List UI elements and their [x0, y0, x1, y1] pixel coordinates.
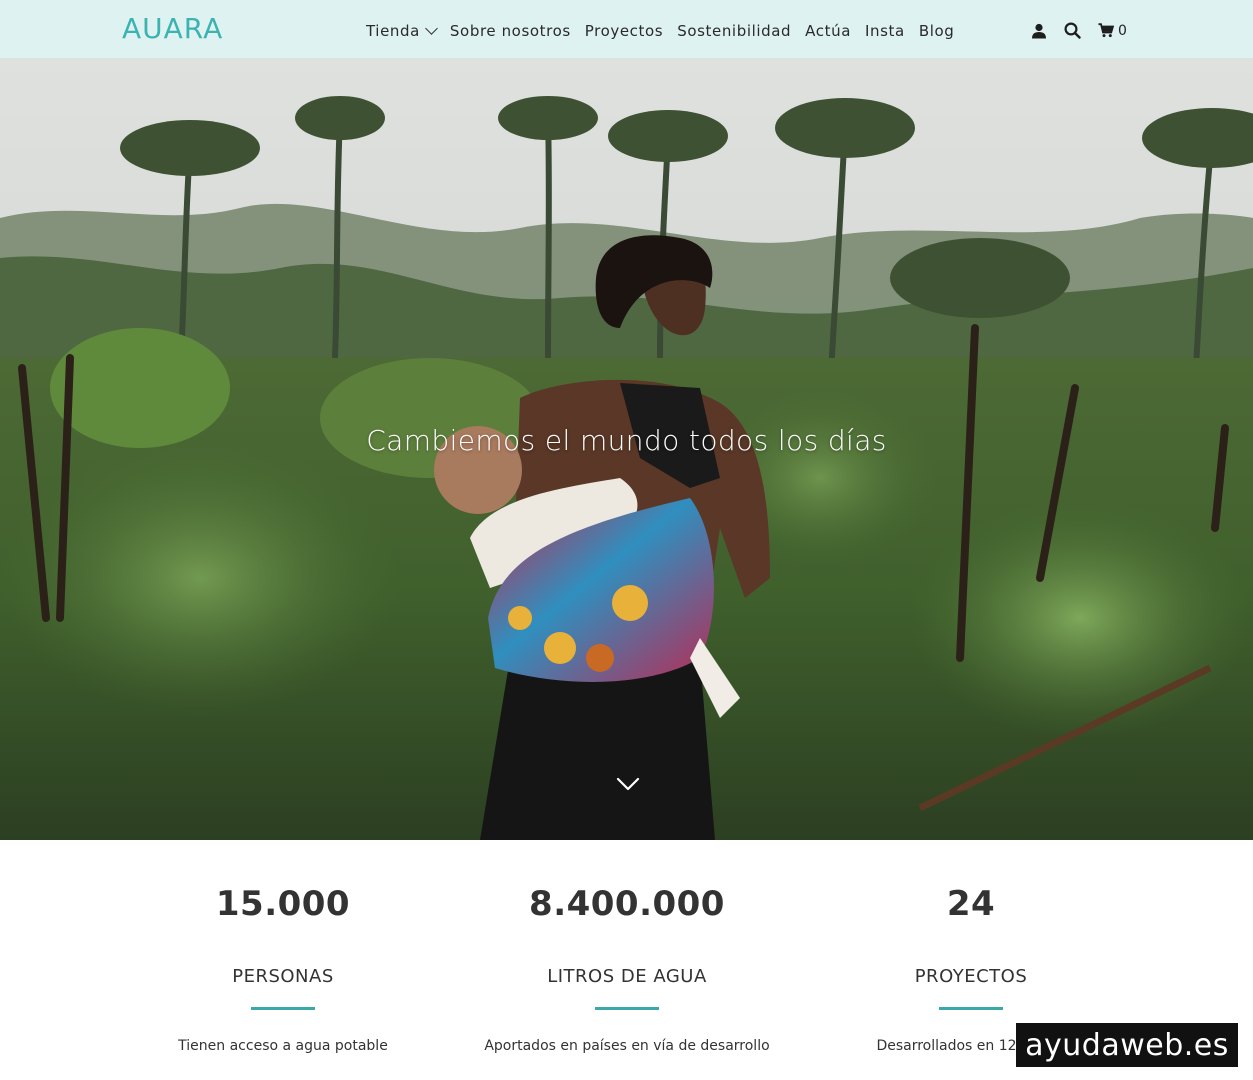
stat-divider	[251, 1007, 315, 1010]
stat-number: 24	[946, 884, 996, 924]
nav-item-label: Tienda	[366, 22, 420, 40]
nav-item-label: Actúa	[805, 22, 851, 40]
stat-label: PERSONAS	[232, 966, 334, 987]
nav-item-actua[interactable]: Actúa	[805, 22, 851, 40]
account-button[interactable]	[1031, 23, 1047, 39]
cart-count: 0	[1118, 22, 1127, 39]
stat-litros: 8.400.000 LITROS DE AGUA Aportados en pa…	[437, 840, 817, 1054]
nav-item-tienda[interactable]: Tienda	[366, 22, 438, 40]
header-icons: 0	[1031, 22, 1144, 39]
stat-personas: 15.000 PERSONAS Tienen acceso a agua pot…	[93, 840, 473, 1054]
stat-number: 15.000	[215, 884, 351, 924]
search-icon	[1064, 22, 1081, 39]
nav-item-label: Sobre nosotros	[449, 22, 571, 40]
stat-description: Tienen acceso a agua potable	[178, 1038, 388, 1054]
cart-icon	[1098, 23, 1114, 38]
chevron-down-icon	[425, 22, 438, 35]
stat-label: LITROS DE AGUA	[547, 966, 707, 987]
stat-divider	[595, 1007, 659, 1010]
nav-item-label: Insta	[865, 22, 905, 40]
nav-item-label: Sostenibilidad	[677, 22, 792, 40]
nav-item-insta[interactable]: Insta	[865, 22, 905, 40]
logo[interactable]: AUARA	[122, 12, 223, 45]
stat-description: Aportados en países en vía de desarrollo	[484, 1038, 770, 1054]
nav-item-blog[interactable]: Blog	[919, 22, 955, 40]
user-icon	[1032, 23, 1046, 38]
stat-proyectos: 24 PROYECTOS Desarrollados en 12 países	[781, 840, 1161, 1054]
site-header: AUARA Tienda Sobre nosotros Proyectos So…	[0, 0, 1253, 58]
stat-label: PROYECTOS	[914, 966, 1028, 987]
stat-number: 8.400.000	[529, 884, 725, 924]
cart-button[interactable]: 0	[1098, 23, 1127, 39]
hero-banner: Cambiemos el mundo todos los días	[0, 58, 1253, 840]
nav-item-label: Proyectos	[584, 22, 664, 40]
chevron-down-icon[interactable]	[616, 772, 640, 796]
nav-item-sobre-nosotros[interactable]: Sobre nosotros	[450, 22, 571, 40]
nav-item-proyectos[interactable]: Proyectos	[585, 22, 663, 40]
stat-divider	[939, 1007, 1003, 1010]
nav-item-sostenibilidad[interactable]: Sostenibilidad	[677, 22, 791, 40]
main-nav: Tienda Sobre nosotros Proyectos Sostenib…	[366, 22, 968, 40]
watermark: ayudaweb.es	[1016, 1023, 1238, 1067]
nav-item-label: Blog	[918, 22, 955, 40]
hero-title: Cambiemos el mundo todos los días	[366, 424, 887, 457]
search-button[interactable]	[1064, 22, 1081, 39]
page: AUARA Tienda Sobre nosotros Proyectos So…	[0, 0, 1253, 1080]
